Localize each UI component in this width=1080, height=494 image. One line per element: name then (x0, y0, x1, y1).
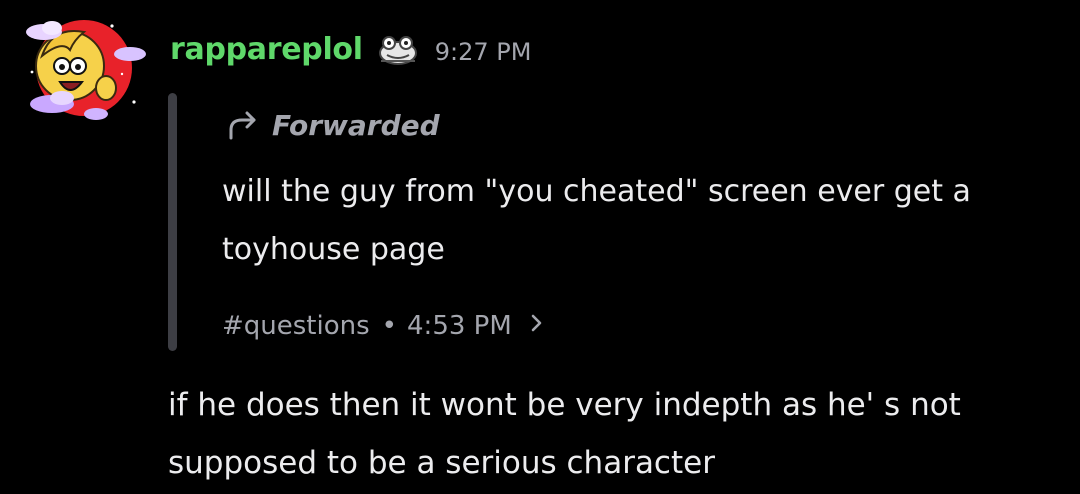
forward-arrow-icon (229, 111, 256, 140)
avatar[interactable] (22, 10, 146, 122)
forwarded-label: Forwarded (226, 104, 440, 146)
forwarded-message-content: will the guy from "you cheated" screen e… (222, 174, 971, 267)
source-channel[interactable]: #questions (222, 311, 370, 341)
message-header: rappareplol 9:27 PM (170, 26, 531, 72)
author-name[interactable]: rappareplol (170, 32, 363, 67)
forwarded-text-label: Forwarded (272, 108, 440, 142)
message-timestamp[interactable]: 9:27 PM (435, 38, 532, 66)
forward-source-link[interactable]: #questions • 4:53 PM (222, 304, 544, 348)
chevron-right-icon[interactable] (530, 311, 544, 341)
message-content: if he does then it wont be very indepth … (168, 387, 961, 481)
separator-dot: • (381, 311, 398, 341)
frog-badge-icon[interactable] (375, 31, 421, 67)
source-time[interactable]: 4:53 PM (407, 311, 512, 341)
forward-quote-bar (168, 93, 177, 351)
